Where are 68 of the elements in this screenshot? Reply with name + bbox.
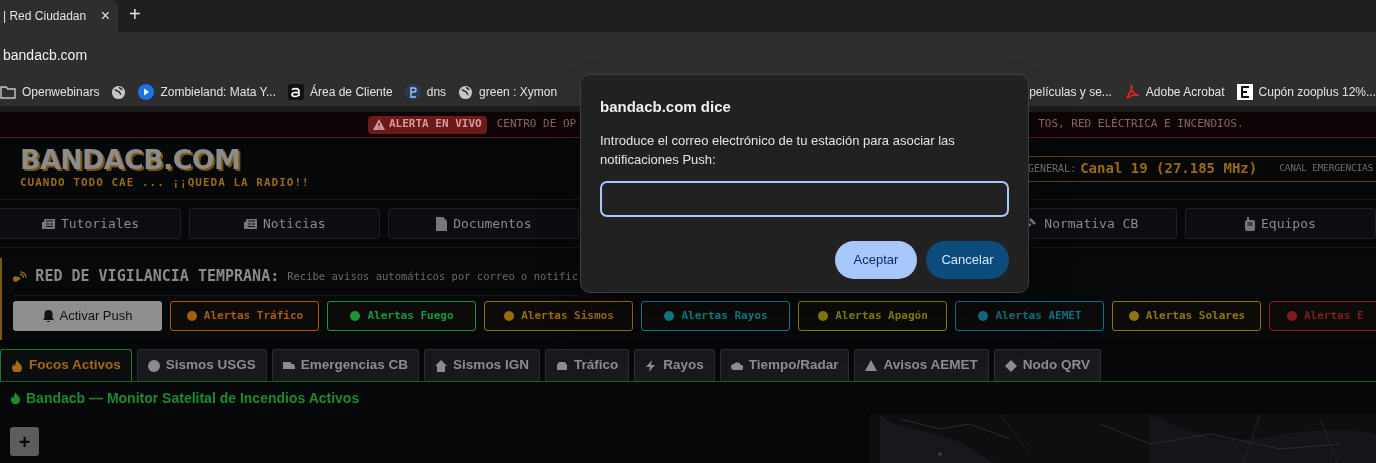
warning-icon — [865, 359, 878, 372]
play-icon — [138, 84, 155, 100]
bookmark-item[interactable]: Zombieland: Mata Y... — [132, 80, 282, 104]
letter-logo-icon — [1236, 84, 1253, 100]
tab[interactable]: Nodo QRV — [993, 349, 1101, 381]
tab[interactable]: Sismos IGN — [424, 349, 540, 381]
document-icon — [1123, 84, 1140, 100]
nav-button[interactable]: Equipos — [1184, 208, 1376, 239]
tab[interactable]: Rayos — [634, 349, 715, 381]
alert-toggle-button[interactable]: Alertas AEMET — [955, 301, 1104, 331]
live-alert-badge: ALERTA EN VIVO — [368, 115, 487, 134]
bookmark-item[interactable]: Openwebinars — [0, 80, 106, 104]
tab[interactable]: Focos Activos — [0, 349, 132, 381]
dialog-message: Introduce el correo electrónico de tu estación para asociar las notificaciones Push: — [600, 131, 956, 169]
newspaper-icon — [243, 217, 257, 230]
tab[interactable]: Sismos USGS — [136, 349, 267, 381]
tab[interactable]: Tiempo/Radar — [719, 349, 850, 381]
channel-value: Canal 19 (27.185 MHz) — [1080, 159, 1258, 178]
letter-logo-icon — [404, 84, 421, 100]
alert-toggle-button[interactable]: Alertas Fuego — [327, 301, 476, 331]
site-logo: BANDACB.COM — [20, 145, 242, 176]
nav-button[interactable]: Tutoriales — [0, 208, 182, 239]
letter-logo-icon — [288, 84, 304, 100]
alert-toggle-button[interactable]: Alertas Solares — [1112, 301, 1261, 331]
channel-label: CANAL EMERGENCIAS — [1279, 161, 1374, 176]
bookmark-item[interactable]: Adobe Acrobat — [1117, 80, 1231, 104]
accept-button[interactable]: Aceptar — [835, 240, 917, 279]
globe-icon — [458, 84, 474, 100]
email-input-field[interactable] — [600, 180, 1009, 217]
ticker-text: TOS, RED ELÉCTRICA E INCENDIOS. — [1038, 116, 1244, 133]
browser-tab[interactable]: | Red Ciudadan × — [0, 0, 118, 32]
diamond-icon — [1004, 359, 1017, 372]
folder-icon — [0, 85, 16, 99]
tab[interactable]: Avisos AEMET — [854, 349, 989, 381]
radio-icon — [1245, 216, 1255, 231]
nav-button[interactable]: Documentos — [388, 208, 580, 239]
alert-toggle-button[interactable]: Alertas Sismos — [484, 301, 633, 331]
address-field[interactable]: bandacb.com — [3, 44, 88, 66]
bell-icon — [42, 310, 54, 322]
nav-button[interactable]: Noticias — [189, 208, 381, 239]
globe-icon — [147, 359, 160, 372]
bookmark-item[interactable]: Área de Cliente — [282, 80, 399, 104]
bookmark-item[interactable]: Cupón zooplus 12%... — [1230, 80, 1376, 104]
channel-label: GENERAL: — [1028, 162, 1077, 176]
globe-icon[interactable] — [111, 84, 127, 100]
new-tab-button[interactable]: + — [129, 4, 141, 24]
tab[interactable]: Tráfico — [544, 349, 630, 381]
push-button[interactable]: Activar Push — [13, 301, 162, 331]
truck-icon — [282, 359, 295, 372]
alert-toggle-button[interactable]: Alertas Rayos — [641, 301, 790, 331]
dialog-title: bandacb.com dice — [600, 97, 732, 117]
file-icon — [436, 216, 448, 231]
bookmark-item[interactable]: green : Xymon — [452, 80, 564, 104]
panel-description: Recibe avisos automáticos por correo o notific — [287, 268, 578, 284]
panel-title: RED DE VIGILANCIA TEMPRANA: — [35, 266, 280, 288]
alert-toggle-button[interactable]: Alertas Tráfico — [170, 301, 319, 331]
zoom-in-button[interactable]: + — [10, 427, 39, 456]
cancel-button[interactable]: Cancelar — [926, 240, 1009, 279]
ticker-text: CENTRO DE OP — [496, 116, 577, 133]
alert-toggle-button[interactable]: Alertas Apagón — [798, 301, 947, 331]
warning-icon — [373, 119, 385, 130]
close-button[interactable]: × — [100, 8, 110, 24]
bookmark-item[interactable]: dns — [398, 80, 453, 104]
section-title: Bandacb — Monitor Satelital de Incendios Activos — [26, 388, 360, 408]
tab[interactable]: Emergencias CB — [271, 349, 420, 381]
house-icon — [435, 359, 448, 372]
tagline: CUANDO TODO CAE ... ¡¡QUEDA LA RADIO!! — [20, 175, 310, 192]
newspaper-icon — [41, 217, 55, 230]
